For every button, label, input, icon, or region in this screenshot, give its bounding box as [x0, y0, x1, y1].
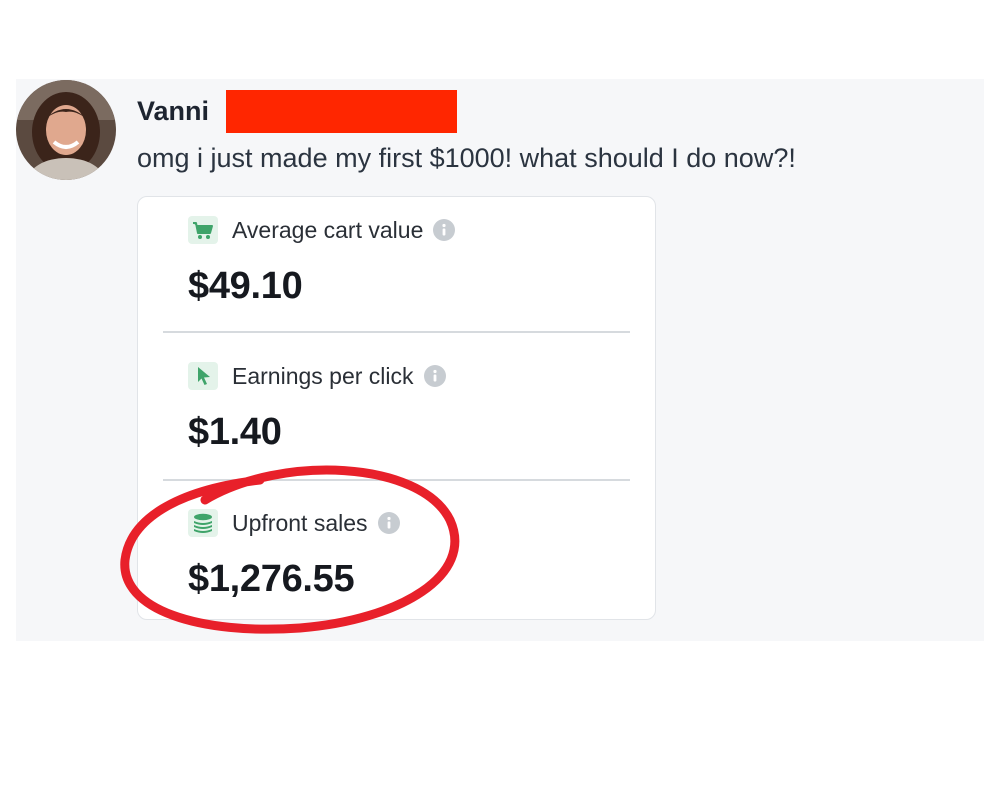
- stat-label: Earnings per click: [232, 362, 414, 389]
- stat-label: Average cart value: [232, 216, 424, 243]
- info-icon[interactable]: [423, 365, 446, 387]
- stat-value: $1.40: [188, 411, 282, 453]
- stats-card: Average cart value $49.10 Earnings per c…: [137, 196, 656, 620]
- avatar[interactable]: [16, 80, 116, 180]
- stat-average-cart-value: Average cart value $49.10: [188, 215, 608, 307]
- shopping-cart-icon: [188, 216, 218, 244]
- cursor-arrow-icon: [188, 362, 218, 390]
- divider: [163, 331, 630, 333]
- coin-stack-icon: [188, 509, 218, 537]
- stat-upfront-sales: Upfront sales $1,276.55: [188, 508, 608, 600]
- redaction-block: [226, 90, 457, 133]
- author-name[interactable]: Vanni: [137, 95, 209, 127]
- stat-value: $49.10: [188, 265, 303, 307]
- post-message: omg i just made my first $1000! what sho…: [137, 143, 796, 173]
- stat-value: $1,276.55: [188, 558, 355, 600]
- stat-label: Upfront sales: [232, 509, 368, 536]
- info-icon[interactable]: [377, 512, 400, 534]
- info-icon[interactable]: [433, 219, 456, 241]
- divider: [163, 479, 630, 481]
- stat-earnings-per-click: Earnings per click $1.40: [188, 361, 608, 453]
